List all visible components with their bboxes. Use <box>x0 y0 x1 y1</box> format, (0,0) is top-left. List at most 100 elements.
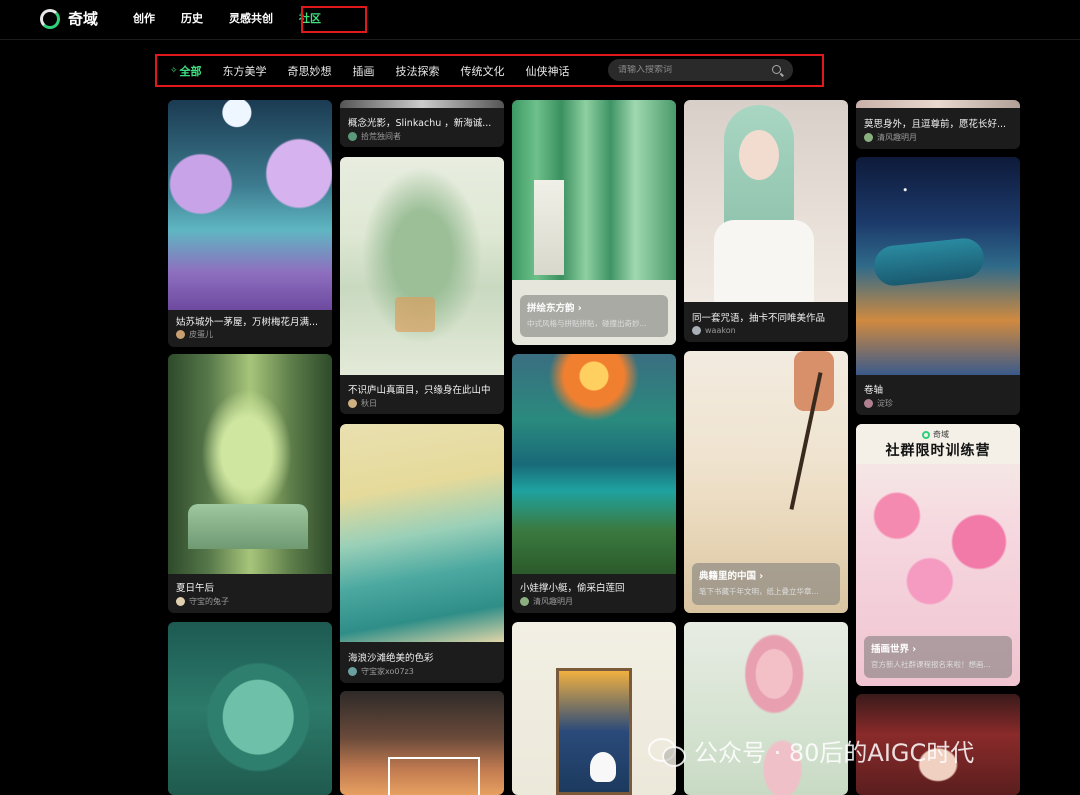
category-whimsical[interactable]: 奇思妙想 <box>288 63 332 79</box>
artwork-image <box>512 354 676 574</box>
poster-header: 奇域 社群限时训练营 <box>856 424 1020 464</box>
nav-item-history[interactable]: 历史 <box>168 0 216 40</box>
card-author: 守宝家xo07z3 <box>348 666 414 677</box>
artwork-card[interactable]: 海浪沙滩绝美的色彩 守宝家xo07z3 <box>340 424 504 683</box>
overlay-subtitle: 中式风格与拼贴拼贴，碰撞出奇妙... <box>527 319 647 328</box>
card-title: 莫思身外，且逗尊前，愿花长好... <box>864 119 1007 130</box>
artwork-card[interactable] <box>512 622 676 795</box>
artwork-image <box>684 100 848 302</box>
watermark: 公众号 · 80后的AIGC时代 <box>648 733 974 768</box>
avatar <box>176 330 185 339</box>
watermark-text: 公众号 · 80后的AIGC时代 <box>694 739 975 767</box>
avatar <box>348 399 357 408</box>
avatar <box>520 597 529 606</box>
artwork-image <box>168 100 332 310</box>
artwork-card[interactable]: 不识庐山真面目，只缘身在此山中 秋日 <box>340 157 504 414</box>
category-bar: ✧ 全部 东方美学 奇思妙想 插画 技法探索 传统文化 仙侠神话 <box>158 56 823 86</box>
overlay-title: 典籍里的中国 › <box>699 571 764 582</box>
poster-title: 社群限时训练营 <box>885 443 991 459</box>
author-name: 拾荒独间者 <box>361 132 401 141</box>
artwork-card[interactable]: 小娃撑小艇，偷采白莲回 清风趣明月 <box>512 354 676 613</box>
card-author: 淀珍 <box>864 398 893 409</box>
artwork-image <box>856 100 1020 108</box>
card-title: 小娃撑小艇，偷采白莲回 <box>520 583 625 594</box>
card-title: 海浪沙滩绝美的色彩 <box>348 653 434 664</box>
card-author: 清风趣明月 <box>520 596 573 607</box>
feature-overlay: 典籍里的中国 › 笔下书藏千年文明，纸上叠立华章... <box>692 563 840 605</box>
search-box <box>608 59 793 81</box>
app-name: 奇域 <box>68 10 99 28</box>
avatar <box>864 399 873 408</box>
overlay-subtitle: 笔下书藏千年文明，纸上叠立华章... <box>699 587 819 596</box>
artwork-card[interactable]: 奇域 社群限时训练营 插画世界 › 官方新人社群课程报名来啦！想画... <box>856 424 1020 686</box>
avatar <box>348 132 357 141</box>
category-all-label: 全部 <box>179 65 202 78</box>
author-name: 秋日 <box>361 399 377 408</box>
search-input[interactable] <box>618 65 763 75</box>
poster-brand: 奇域 <box>922 429 949 440</box>
artwork-card[interactable] <box>168 622 332 795</box>
feature-overlay: 插画世界 › 官方新人社群课程报名来啦！想画... <box>864 636 1012 678</box>
category-traditional-culture[interactable]: 传统文化 <box>461 63 505 79</box>
nav-item-co-creation[interactable]: 灵感共创 <box>216 0 286 40</box>
top-nav-bar: 奇域 创作 历史 灵感共创 社区 <box>0 0 1080 40</box>
card-author: waakon <box>692 326 736 335</box>
card-title: 夏日午后 <box>176 583 215 594</box>
card-title: 卷轴 <box>864 385 884 396</box>
author-name: 清风趣明月 <box>533 597 573 606</box>
overlay-title: 拼绘东方韵 › <box>527 303 582 314</box>
artwork-card[interactable]: 姑苏城外一茅屋，万树梅花月满... 皮蛋儿 <box>168 100 332 347</box>
search-icon[interactable] <box>772 65 781 74</box>
card-author: 清风趣明月 <box>864 132 917 143</box>
category-all[interactable]: ✧ 全部 <box>170 63 202 79</box>
artwork-card[interactable]: 莫思身外，且逗尊前，愿花长好... 清风趣明月 <box>856 100 1020 149</box>
card-author: 守宝的兔子 <box>176 596 229 607</box>
category-technique[interactable]: 技法探索 <box>396 63 440 79</box>
avatar <box>176 597 185 606</box>
main-nav: 创作 历史 灵感共创 社区 <box>120 0 334 40</box>
card-title: 概念光影，Slinkachu ，新海诚... <box>348 118 492 129</box>
category-eastern-aesthetics[interactable]: 东方美学 <box>223 63 267 79</box>
author-name: 皮蛋儿 <box>189 330 213 339</box>
brand-logo-icon <box>922 430 930 439</box>
card-title: 姑苏城外一茅屋，万树梅花月满... <box>176 317 319 328</box>
card-author: 拾荒独间者 <box>348 131 401 142</box>
artwork-card[interactable]: 典籍里的中国 › 笔下书藏千年文明，纸上叠立华章... <box>684 351 848 613</box>
artwork-card[interactable]: 卷轴 淀珍 <box>856 157 1020 415</box>
artwork-image <box>340 424 504 642</box>
feature-overlay: 拼绘东方韵 › 中式风格与拼贴拼贴，碰撞出奇妙... <box>520 295 668 337</box>
author-name: 淀珍 <box>877 399 893 408</box>
artwork-card[interactable]: 拼绘东方韵 › 中式风格与拼贴拼贴，碰撞出奇妙... <box>512 100 676 345</box>
artwork-image <box>340 157 504 375</box>
author-name: waakon <box>705 326 736 335</box>
poster-brand-name: 奇域 <box>933 430 949 439</box>
artwork-image <box>340 100 504 108</box>
artwork-card[interactable]: 同一套咒语，抽卡不同唯美作品 waakon <box>684 100 848 342</box>
artwork-card[interactable] <box>684 622 848 795</box>
card-author: 皮蛋儿 <box>176 329 213 340</box>
avatar <box>864 133 873 142</box>
overlay-subtitle: 官方新人社群课程报名来啦！想画... <box>871 660 991 669</box>
nav-item-community[interactable]: 社区 <box>286 0 334 40</box>
sparkle-icon: ✧ <box>170 66 178 76</box>
artwork-card[interactable]: 夏日午后 守宝的兔子 <box>168 354 332 613</box>
avatar <box>348 667 357 676</box>
artwork-image <box>168 354 332 574</box>
author-name: 清风趣明月 <box>877 133 917 142</box>
artwork-card[interactable] <box>340 691 504 795</box>
logo-icon <box>40 8 60 29</box>
nav-item-create[interactable]: 创作 <box>120 0 168 40</box>
app-logo[interactable]: 奇域 <box>40 8 98 29</box>
category-illustration[interactable]: 插画 <box>353 63 375 79</box>
artwork-card[interactable]: 概念光影，Slinkachu ，新海诚... 拾荒独间者 <box>340 100 504 147</box>
artwork-image <box>340 691 504 795</box>
artwork-image <box>512 622 676 795</box>
artwork-image <box>684 622 848 795</box>
overlay-title: 插画世界 › <box>871 644 917 655</box>
artwork-image <box>856 157 1020 375</box>
card-title: 同一套咒语，抽卡不同唯美作品 <box>692 313 826 324</box>
card-author: 秋日 <box>348 398 377 409</box>
wechat-icon <box>648 736 686 767</box>
card-title: 不识庐山真面目，只缘身在此山中 <box>348 385 491 396</box>
category-xianxia-myth[interactable]: 仙侠神话 <box>526 63 570 79</box>
